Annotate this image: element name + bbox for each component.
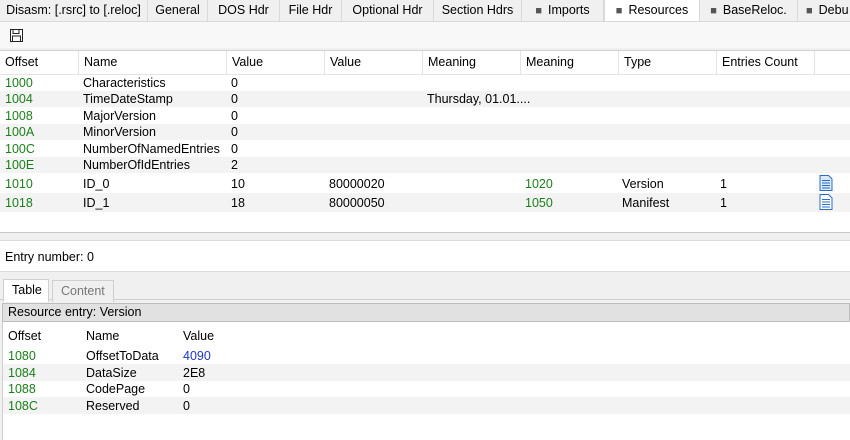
table-row[interactable]: 1010 ID_0 10 80000020 1020 Version 1 [0,173,850,193]
col-blank [815,51,850,75]
table-header: Offset Name Value Value Meaning Meaning … [0,51,850,75]
table-row[interactable]: 1088 CodePage 0 [3,381,850,397]
document-icon[interactable] [819,175,833,191]
table-row[interactable]: 1084 DataSize 2E8 [3,364,850,381]
folder-icon: ■ [615,5,623,17]
col-value-2[interactable]: Value [325,51,423,75]
col-meaning-2[interactable]: Meaning [521,51,619,75]
tab-resources[interactable]: ■ Resources [604,0,700,21]
save-button[interactable] [7,26,25,44]
tab-basereloc[interactable]: ■ BaseReloc. [700,0,798,21]
col-meaning[interactable]: Meaning [423,51,521,75]
lower-tab-strip: Table Content [0,278,850,302]
folder-icon: ■ [710,5,717,17]
col-offset[interactable]: Offset [3,322,81,350]
tab-disasm[interactable]: Disasm: [.rsrc] to [.reloc] [0,0,148,21]
save-icon [9,28,23,42]
resource-entry-table: Offset Name Value 1080 OffsetToData 4090… [2,322,850,440]
table-row[interactable]: 1018 ID_1 18 80000050 1050 Manifest 1 [0,193,850,212]
col-name[interactable]: Name [79,51,227,75]
tab-dos-hdr[interactable]: DOS Hdr [208,0,280,21]
tab-general[interactable]: General [148,0,208,21]
col-entries-count[interactable]: Entries Count [717,51,815,75]
tab-table[interactable]: Table [3,279,49,302]
table-row[interactable]: 1080 OffsetToData 4090 [3,348,850,364]
entry-number-status: Entry number: 0 [0,240,850,272]
toolbar [0,22,850,48]
tab-section-hdrs[interactable]: Section Hdrs [434,0,522,21]
document-icon[interactable] [819,194,833,210]
offset-to-data-link[interactable]: 4090 [183,349,211,363]
table-row[interactable]: 1004 TimeDateStamp 0 Thursday, 01.01.... [0,91,850,107]
table-row[interactable]: 1008 MajorVersion 0 [0,107,850,124]
folder-icon: ■ [535,5,542,17]
table-row[interactable]: 100A MinorVersion 0 [0,124,850,140]
entry-number-text: Entry number: 0 [5,250,94,264]
table-row[interactable]: 108C Reserved 0 [3,397,850,414]
tab-content[interactable]: Content [52,280,114,302]
resource-entry-title: Resource entry: Version [2,303,850,322]
header-table: Offset Name Value Value Meaning Meaning … [0,50,850,233]
folder-icon: ■ [806,5,813,17]
col-offset[interactable]: Offset [0,51,79,75]
col-value[interactable]: Value [178,322,278,350]
table-row[interactable]: 1000 Characteristics 0 [0,75,850,91]
col-name[interactable]: Name [81,322,178,350]
table-row[interactable]: 100C NumberOfNamedEntries 0 [0,140,850,157]
col-value[interactable]: Value [227,51,325,75]
tab-file-hdr[interactable]: File Hdr [280,0,342,21]
table-row[interactable]: 100E NumberOfIdEntries 2 [0,157,850,173]
tab-imports[interactable]: ■ Imports [522,0,604,21]
tab-debug[interactable]: ■ Debu [798,0,850,21]
col-type[interactable]: Type [619,51,717,75]
tab-optional-hdr[interactable]: Optional Hdr [342,0,434,21]
main-tab-strip: Disasm: [.rsrc] to [.reloc] General DOS … [0,0,850,22]
